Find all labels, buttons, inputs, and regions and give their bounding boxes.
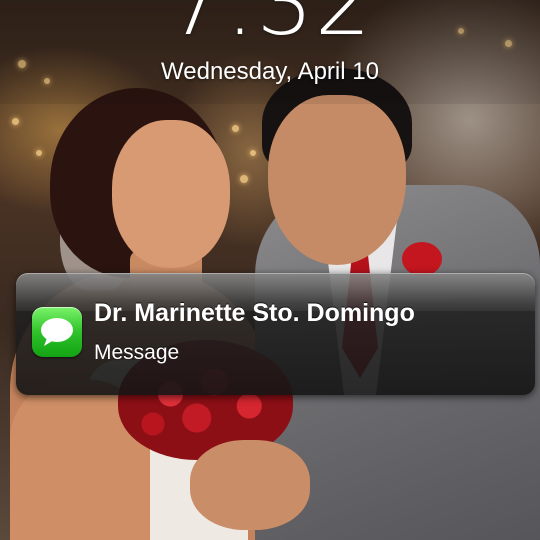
- groom-face: [268, 95, 406, 265]
- bride-face: [112, 120, 230, 268]
- lock-screen-date: Wednesday, April 10: [161, 58, 379, 85]
- groom-hand: [190, 440, 310, 530]
- bokeh-light: [250, 150, 256, 156]
- notification-sender: Dr. Marinette Sto. Domingo: [94, 299, 415, 327]
- messages-app-icon: [32, 307, 82, 357]
- bokeh-light: [36, 150, 42, 156]
- message-notification-banner[interactable]: Dr. Marinette Sto. Domingo Message: [16, 273, 535, 395]
- speech-bubble-icon: [41, 318, 73, 346]
- notification-body: Message: [94, 341, 180, 364]
- bokeh-light: [240, 175, 248, 183]
- bokeh-light: [12, 118, 19, 125]
- groom-boutonniere: [402, 242, 442, 276]
- bokeh-light: [232, 125, 239, 132]
- lock-screen-clock: 7:32: [167, 0, 373, 55]
